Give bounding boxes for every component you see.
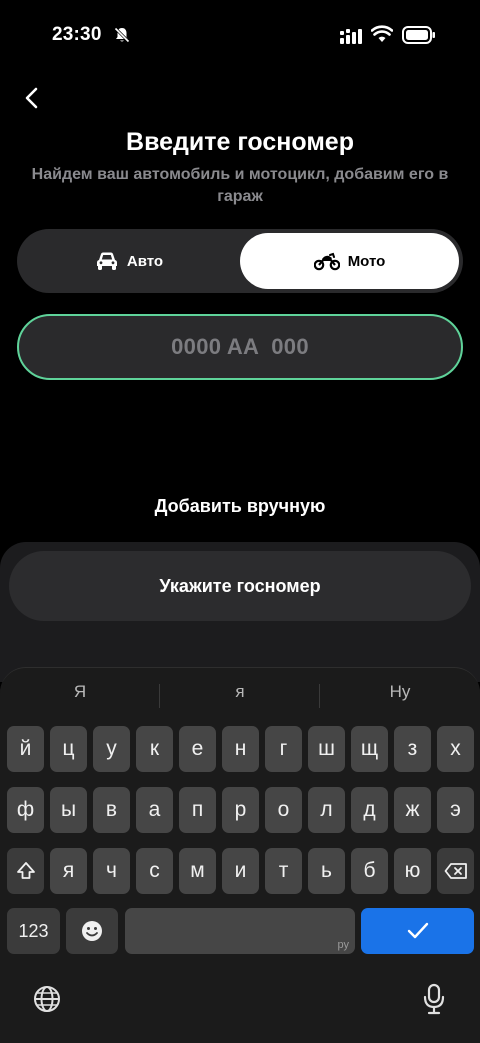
page-title: Введите госномер: [126, 128, 354, 156]
add-manually-link[interactable]: Добавить вручную: [0, 496, 480, 517]
key[interactable]: ы: [50, 787, 87, 833]
shift-icon: [16, 862, 35, 879]
key[interactable]: с: [136, 848, 173, 894]
key[interactable]: е: [179, 726, 216, 772]
shift-key[interactable]: [7, 848, 44, 894]
bell-muted-icon: [114, 27, 130, 43]
space-key[interactable]: ру: [125, 908, 355, 954]
key[interactable]: ф: [7, 787, 44, 833]
numbers-key[interactable]: 123: [7, 908, 60, 954]
key[interactable]: у: [93, 726, 130, 772]
suggestion-item[interactable]: Ну: [320, 682, 480, 702]
key[interactable]: к: [136, 726, 173, 772]
tab-auto-label: Авто: [126, 252, 164, 270]
key[interactable]: ц: [50, 726, 87, 772]
suggestion-bar: Я я Ну: [0, 682, 480, 708]
enter-key[interactable]: [361, 908, 474, 954]
suggestion-item[interactable]: Я: [0, 682, 160, 702]
vehicle-type-toggle: Авто Мото: [17, 229, 463, 293]
key[interactable]: о: [265, 787, 302, 833]
page-subtitle: Найдем ваш автомобиль и мотоцикл, добави…: [31, 166, 449, 205]
key[interactable]: н: [222, 726, 259, 772]
globe-icon[interactable]: [33, 985, 61, 1013]
plate-placeholder: 0000 AA 000: [171, 334, 309, 359]
microphone-icon[interactable]: [422, 983, 446, 1015]
emoji-icon: [82, 921, 102, 941]
back-chevron-icon[interactable]: [20, 84, 44, 112]
key[interactable]: б: [351, 848, 388, 894]
keyboard: Я я Ну й ц у к е н г ш щ з х ф ы в а п р…: [0, 667, 480, 1043]
key[interactable]: ш: [308, 726, 345, 772]
key[interactable]: м: [179, 848, 216, 894]
key[interactable]: р: [222, 787, 259, 833]
status-time: 23:30: [52, 24, 102, 45]
battery-icon: [402, 26, 435, 44]
key[interactable]: ь: [308, 848, 345, 894]
backspace-icon: [444, 863, 467, 879]
key[interactable]: т: [265, 848, 302, 894]
key[interactable]: й: [7, 726, 44, 772]
wifi-icon: [371, 25, 393, 42]
key[interactable]: ж: [394, 787, 431, 833]
tab-auto[interactable]: Авто: [21, 233, 237, 289]
key[interactable]: в: [93, 787, 130, 833]
emoji-key[interactable]: [66, 908, 118, 954]
car-icon: [96, 252, 117, 270]
key[interactable]: я: [50, 848, 87, 894]
key[interactable]: г: [265, 726, 302, 772]
enter-plate-button[interactable]: Укажите госномер: [9, 551, 471, 621]
key[interactable]: д: [351, 787, 388, 833]
key[interactable]: щ: [351, 726, 388, 772]
checkmark-icon: [407, 922, 428, 939]
tab-moto-label: Мото: [347, 252, 386, 270]
space-language-label: ру: [337, 939, 350, 951]
key[interactable]: ю: [394, 848, 431, 894]
key[interactable]: п: [179, 787, 216, 833]
key[interactable]: ч: [93, 848, 130, 894]
backspace-key[interactable]: [437, 848, 474, 894]
tab-moto[interactable]: Мото: [240, 233, 459, 289]
motorcycle-icon: [313, 252, 340, 271]
suggestion-item[interactable]: я: [160, 682, 320, 702]
key[interactable]: э: [437, 787, 474, 833]
key[interactable]: и: [222, 848, 259, 894]
signal-icon: [340, 29, 362, 44]
status-bar: 23:30: [0, 0, 480, 70]
key[interactable]: х: [437, 726, 474, 772]
key[interactable]: а: [136, 787, 173, 833]
key[interactable]: з: [394, 726, 431, 772]
key[interactable]: л: [308, 787, 345, 833]
license-plate-input[interactable]: 0000 AA 000: [17, 314, 463, 380]
